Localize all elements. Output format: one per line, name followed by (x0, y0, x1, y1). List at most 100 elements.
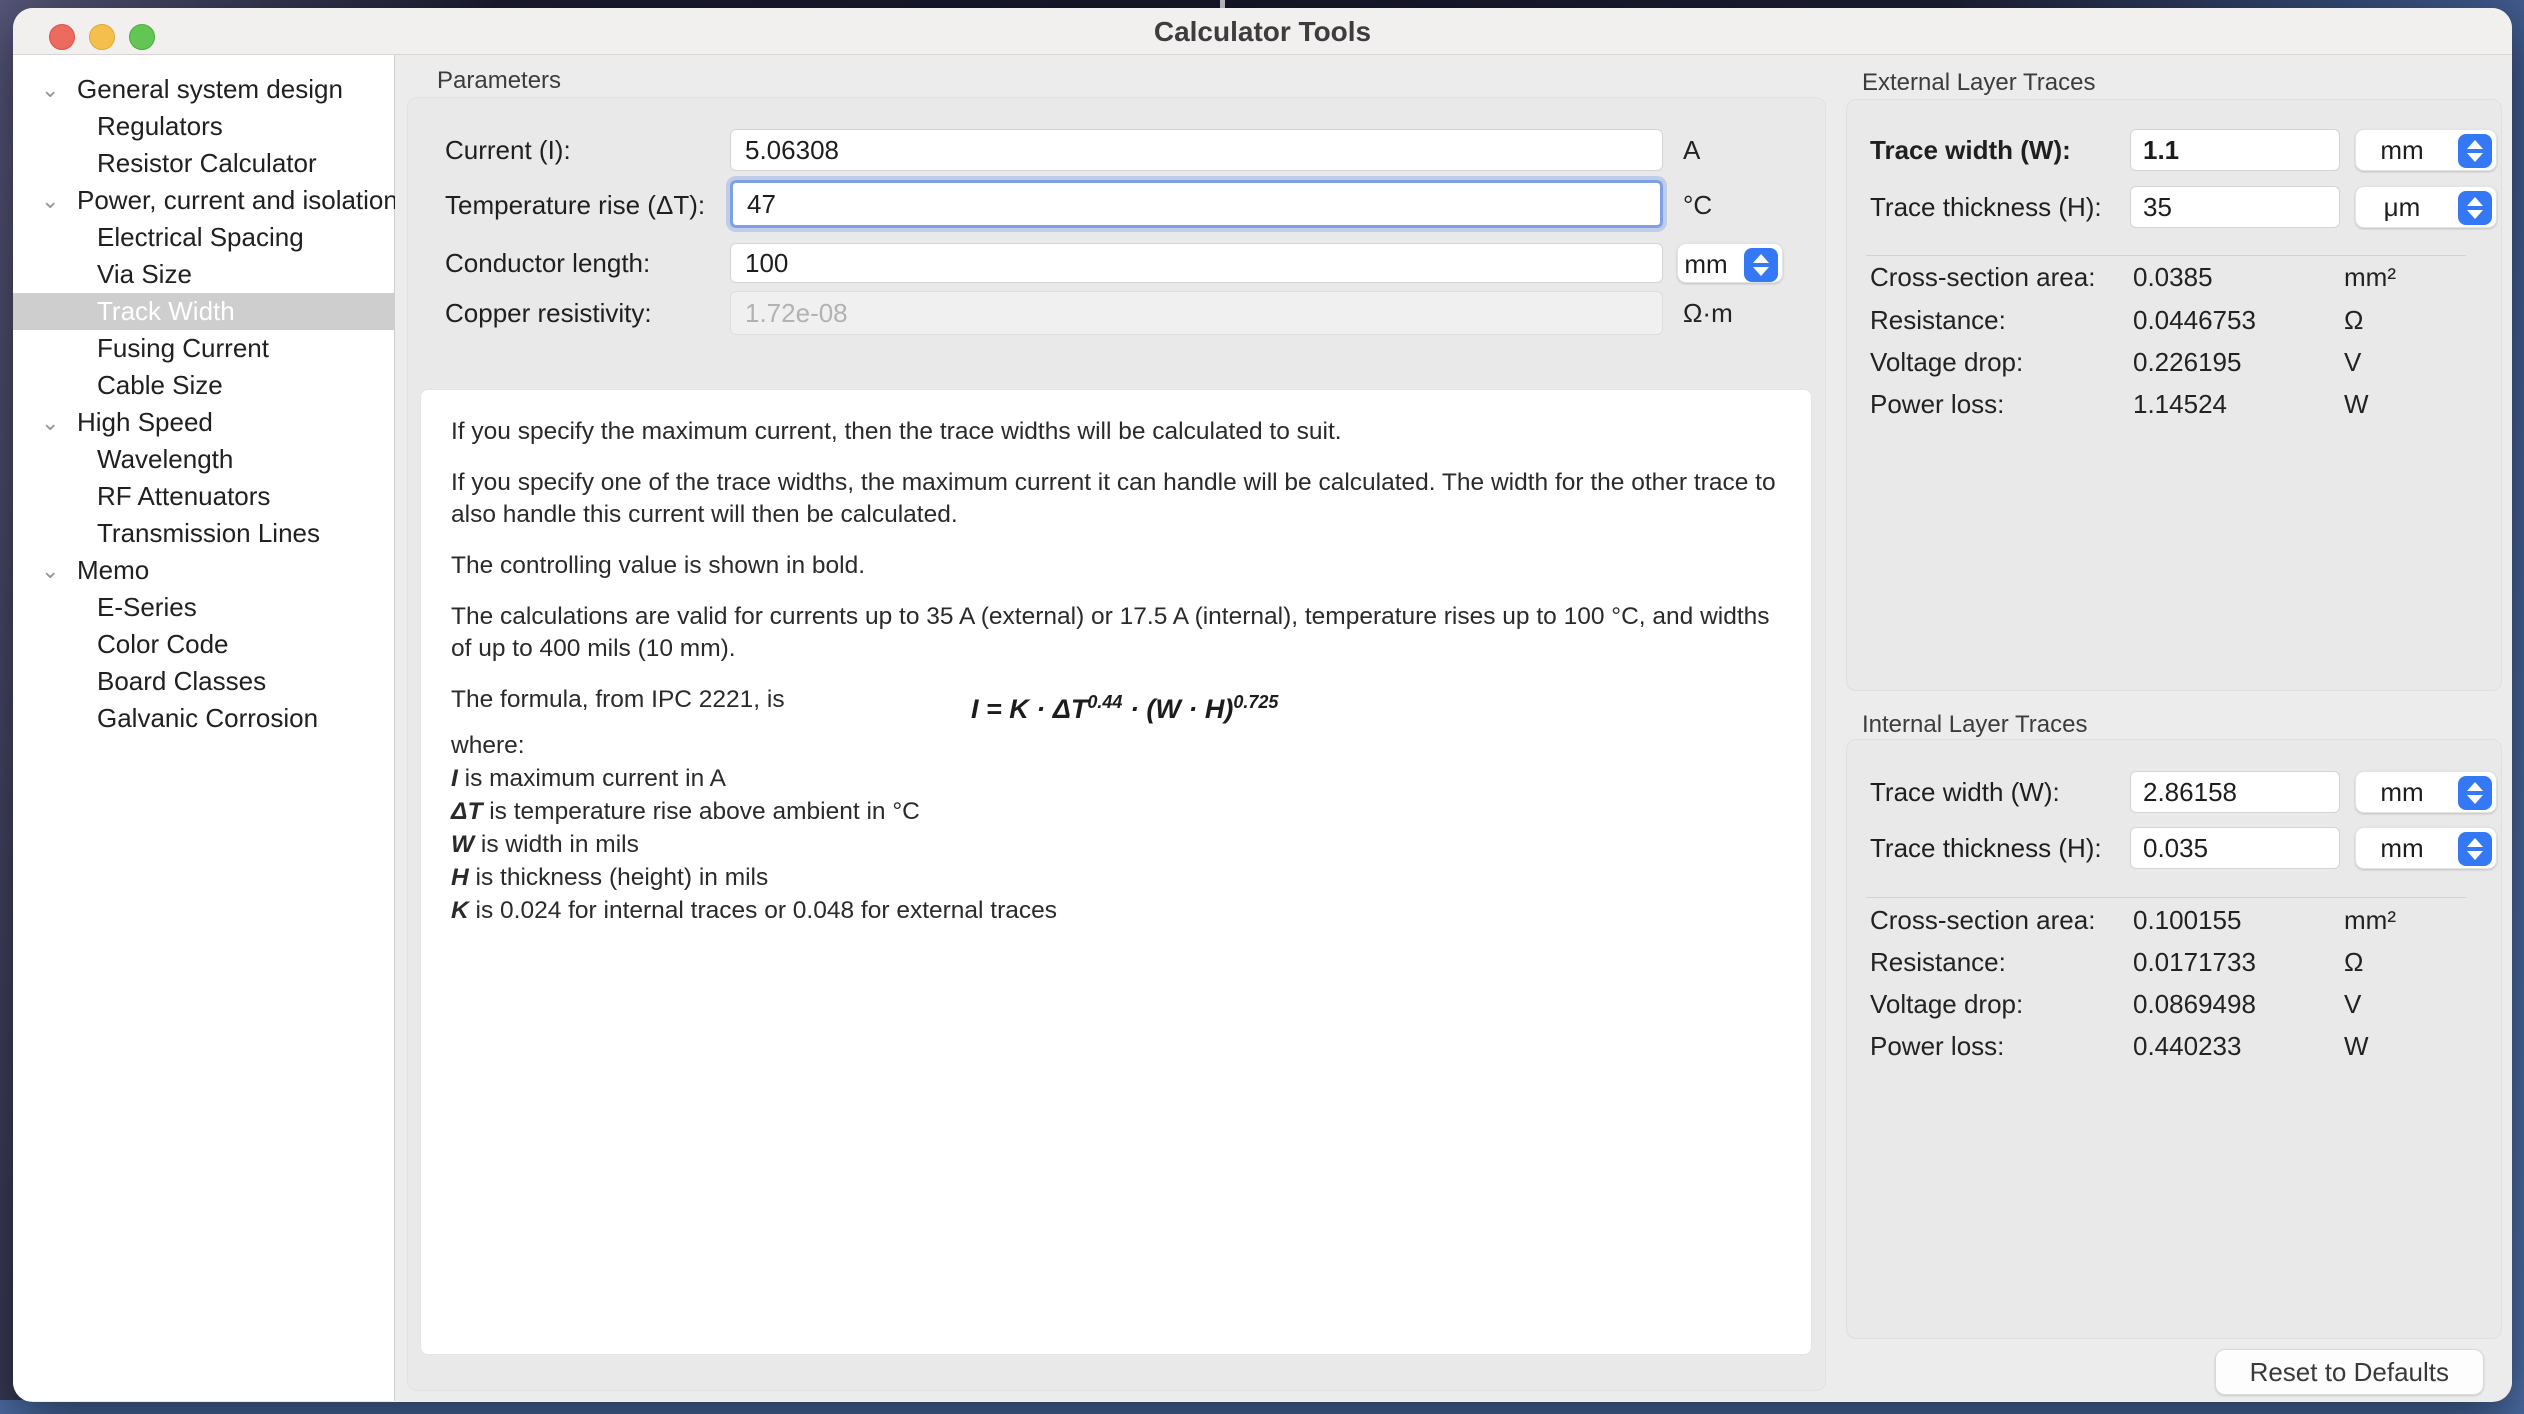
sidebar-item-regulators[interactable]: Regulators (13, 108, 394, 145)
sidebar-item-high-speed[interactable]: ⌄High Speed (13, 404, 394, 441)
current-label: Current (I): (445, 135, 571, 166)
sidebar-item-e-series[interactable]: E-Series (13, 589, 394, 626)
external-trace-thickness-input[interactable] (2130, 186, 2340, 228)
sidebar-item-color-code[interactable]: Color Code (13, 626, 394, 663)
sidebar-item-electrical-spacing[interactable]: Electrical Spacing (13, 219, 394, 256)
internal-cross-section-value: 0.100155 (2133, 905, 2241, 936)
stepper-icon[interactable] (2458, 776, 2492, 810)
conductor-length-label: Conductor length: (445, 248, 650, 279)
calculator-tree-sidebar: ⌄General system design Regulators Resist… (13, 55, 395, 1401)
external-resistance-value: 0.0446753 (2133, 305, 2256, 336)
sidebar-item-track-width[interactable]: Track Width (13, 293, 394, 330)
internal-trace-thickness-unit-dropdown[interactable]: mm (2355, 827, 2497, 869)
parameters-section-title: Parameters (437, 67, 561, 95)
internal-layer-traces-title: Internal Layer Traces (1862, 711, 2087, 739)
external-resistance-label: Resistance: (1870, 305, 2006, 336)
chevron-down-icon[interactable]: ⌄ (41, 552, 59, 589)
window-title: Calculator Tools (13, 8, 2512, 55)
title-bar[interactable]: Calculator Tools (13, 8, 2512, 55)
external-trace-width-unit-value: mm (2356, 130, 2448, 170)
reset-to-defaults-button[interactable]: Reset to Defaults (2215, 1349, 2484, 1395)
track-width-panel: Parameters Current (I): A Temperature ri… (395, 55, 1838, 1401)
external-cross-section-value: 0.0385 (2133, 262, 2213, 293)
legend-line: K is 0.024 for internal traces or 0.048 … (451, 894, 1781, 927)
sidebar-item-memo[interactable]: ⌄Memo (13, 552, 394, 589)
external-power-loss-label: Power loss: (1870, 389, 2004, 420)
stepper-icon[interactable] (2458, 191, 2492, 225)
internal-trace-thickness-input[interactable] (2130, 827, 2340, 869)
sidebar-item-power-current-isolation[interactable]: ⌄Power, current and isolation (13, 182, 394, 219)
external-layer-traces-title: External Layer Traces (1862, 69, 2095, 97)
where-label: where: (451, 729, 1781, 762)
copper-resistivity-label: Copper resistivity: (445, 298, 652, 329)
internal-cross-section-label: Cross-section area: (1870, 905, 2095, 936)
divider (1866, 897, 2466, 898)
external-trace-width-input[interactable] (2130, 129, 2340, 171)
internal-trace-width-input[interactable] (2130, 771, 2340, 813)
ipc2221-formula: I = K · ΔT0.44 · (W · H)0.725 (971, 692, 1781, 725)
internal-voltage-drop-value: 0.0869498 (2133, 989, 2256, 1020)
conductor-length-input[interactable] (730, 243, 1663, 283)
stepper-icon[interactable] (1744, 248, 1778, 282)
internal-resistance-unit: Ω (2344, 947, 2363, 978)
sidebar-item-galvanic-corrosion[interactable]: Galvanic Corrosion (13, 700, 394, 737)
external-power-loss-unit: W (2344, 389, 2369, 420)
external-voltage-drop-value: 0.226195 (2133, 347, 2241, 378)
external-power-loss-value: 1.14524 (2133, 389, 2227, 420)
legend-line: ΔT is temperature rise above ambient in … (451, 795, 1781, 828)
formula-legend: where: I is maximum current in A ΔT is t… (451, 729, 1781, 927)
internal-trace-thickness-label: Trace thickness (H): (1870, 833, 2102, 864)
documentation-panel: If you specify the maximum current, then… (420, 389, 1812, 1355)
results-panel: External Layer Traces Trace width (W): m… (1838, 55, 2512, 1401)
internal-cross-section-unit: mm² (2344, 905, 2396, 936)
sidebar-item-board-classes[interactable]: Board Classes (13, 663, 394, 700)
internal-voltage-drop-unit: V (2344, 989, 2361, 1020)
sidebar-item-fusing-current[interactable]: Fusing Current (13, 330, 394, 367)
sidebar-item-transmission-lines[interactable]: Transmission Lines (13, 515, 394, 552)
copper-resistivity-input (730, 291, 1663, 335)
desktop-bottom-strip (0, 1400, 2524, 1414)
external-resistance-unit: Ω (2344, 305, 2363, 336)
legend-line: H is thickness (height) in mils (451, 861, 1781, 894)
conductor-length-unit-dropdown[interactable]: mm (1677, 243, 1783, 283)
chevron-down-icon[interactable]: ⌄ (41, 404, 59, 441)
external-cross-section-unit: mm² (2344, 262, 2396, 293)
sidebar-item-wavelength[interactable]: Wavelength (13, 441, 394, 478)
external-trace-thickness-label: Trace thickness (H): (1870, 192, 2102, 223)
chevron-down-icon[interactable]: ⌄ (41, 71, 59, 108)
current-input[interactable] (730, 129, 1663, 171)
sidebar-item-via-size[interactable]: Via Size (13, 256, 394, 293)
current-unit: A (1683, 135, 1700, 166)
sidebar-item-resistor-calculator[interactable]: Resistor Calculator (13, 145, 394, 182)
stepper-icon[interactable] (2458, 832, 2492, 866)
external-voltage-drop-label: Voltage drop: (1870, 347, 2023, 378)
stepper-icon[interactable] (2458, 134, 2492, 168)
external-trace-thickness-unit-dropdown[interactable]: μm (2355, 186, 2497, 228)
divider (1866, 255, 2466, 256)
internal-power-loss-label: Power loss: (1870, 1031, 2004, 1062)
conductor-length-unit-value: mm (1678, 244, 1734, 282)
internal-trace-width-unit-value: mm (2356, 772, 2448, 812)
doc-paragraph: If you specify the maximum current, then… (451, 416, 1781, 448)
internal-resistance-value: 0.0171733 (2133, 947, 2256, 978)
sidebar-item-general-system-design[interactable]: ⌄General system design (13, 71, 394, 108)
doc-paragraph: The calculations are valid for currents … (451, 601, 1781, 665)
chevron-down-icon[interactable]: ⌄ (41, 182, 59, 219)
external-voltage-drop-unit: V (2344, 347, 2361, 378)
external-trace-width-label: Trace width (W): (1870, 135, 2071, 166)
internal-trace-width-unit-dropdown[interactable]: mm (2355, 771, 2497, 813)
legend-line: W is width in mils (451, 828, 1781, 861)
sidebar-item-cable-size[interactable]: Cable Size (13, 367, 394, 404)
external-trace-width-unit-dropdown[interactable]: mm (2355, 129, 2497, 171)
internal-power-loss-value: 0.440233 (2133, 1031, 2241, 1062)
doc-paragraph: If you specify one of the trace widths, … (451, 467, 1781, 531)
internal-resistance-label: Resistance: (1870, 947, 2006, 978)
temperature-rise-input[interactable] (730, 180, 1663, 228)
external-cross-section-label: Cross-section area: (1870, 262, 2095, 293)
internal-power-loss-unit: W (2344, 1031, 2369, 1062)
temperature-rise-label: Temperature rise (ΔT): (445, 190, 705, 221)
doc-paragraph: The controlling value is shown in bold. (451, 550, 1781, 582)
sidebar-item-rf-attenuators[interactable]: RF Attenuators (13, 478, 394, 515)
internal-voltage-drop-label: Voltage drop: (1870, 989, 2023, 1020)
external-trace-thickness-unit-value: μm (2356, 187, 2448, 227)
